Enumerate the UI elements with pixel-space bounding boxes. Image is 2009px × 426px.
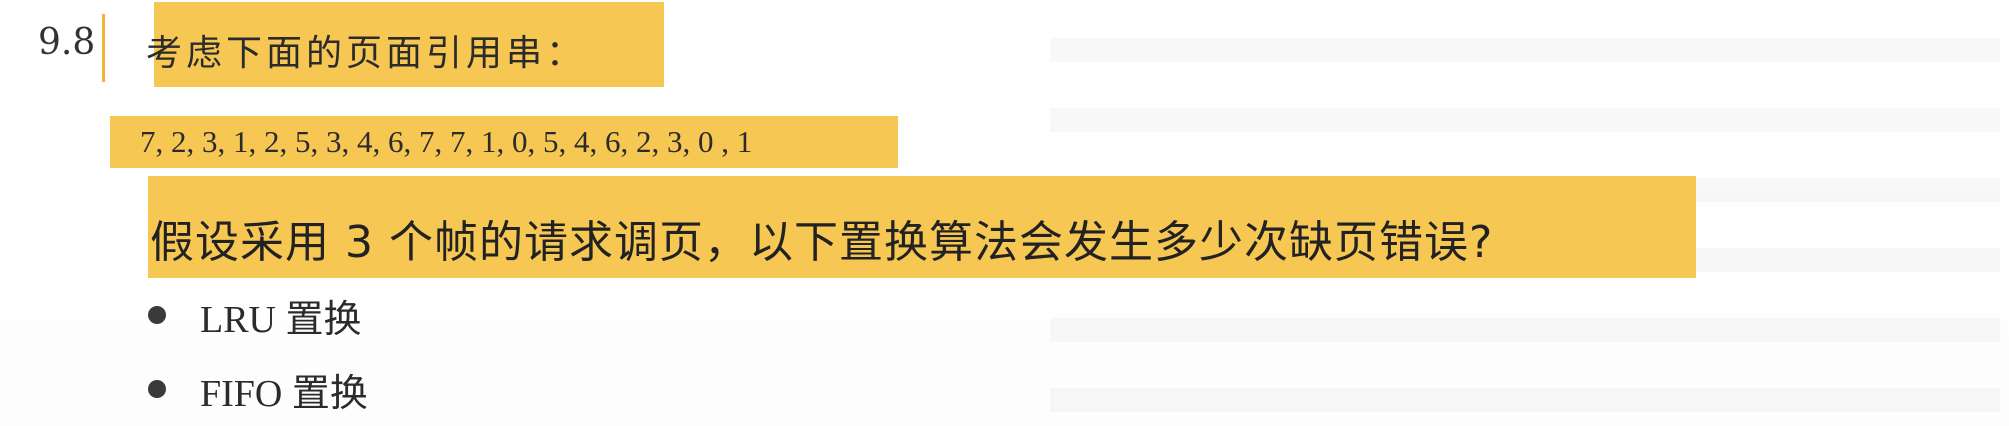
reference-string[interactable]: 7, 2, 3, 1, 2, 5, 3, 4, 6, 7, 7, 1, 0, 5… xyxy=(140,124,752,160)
option-label: FIFO 置换 xyxy=(200,372,368,415)
problem-title[interactable]: 考虑下面的页面引用串： xyxy=(146,24,586,76)
bullet-icon xyxy=(148,380,166,398)
bullet-icon xyxy=(148,306,166,324)
option-list: LRU 置换 FIFO 置换 xyxy=(148,278,368,426)
list-item: FIFO 置换 xyxy=(148,352,368,426)
list-item: LRU 置换 xyxy=(148,278,368,352)
question-text[interactable]: 假设采用 3 个帧的请求调页，以下置换算法会发生多少次缺页错误? xyxy=(150,206,1493,270)
option-label: LRU 置换 xyxy=(200,298,362,341)
number-rule xyxy=(102,14,105,82)
problem-number: 9.8 xyxy=(38,22,96,63)
